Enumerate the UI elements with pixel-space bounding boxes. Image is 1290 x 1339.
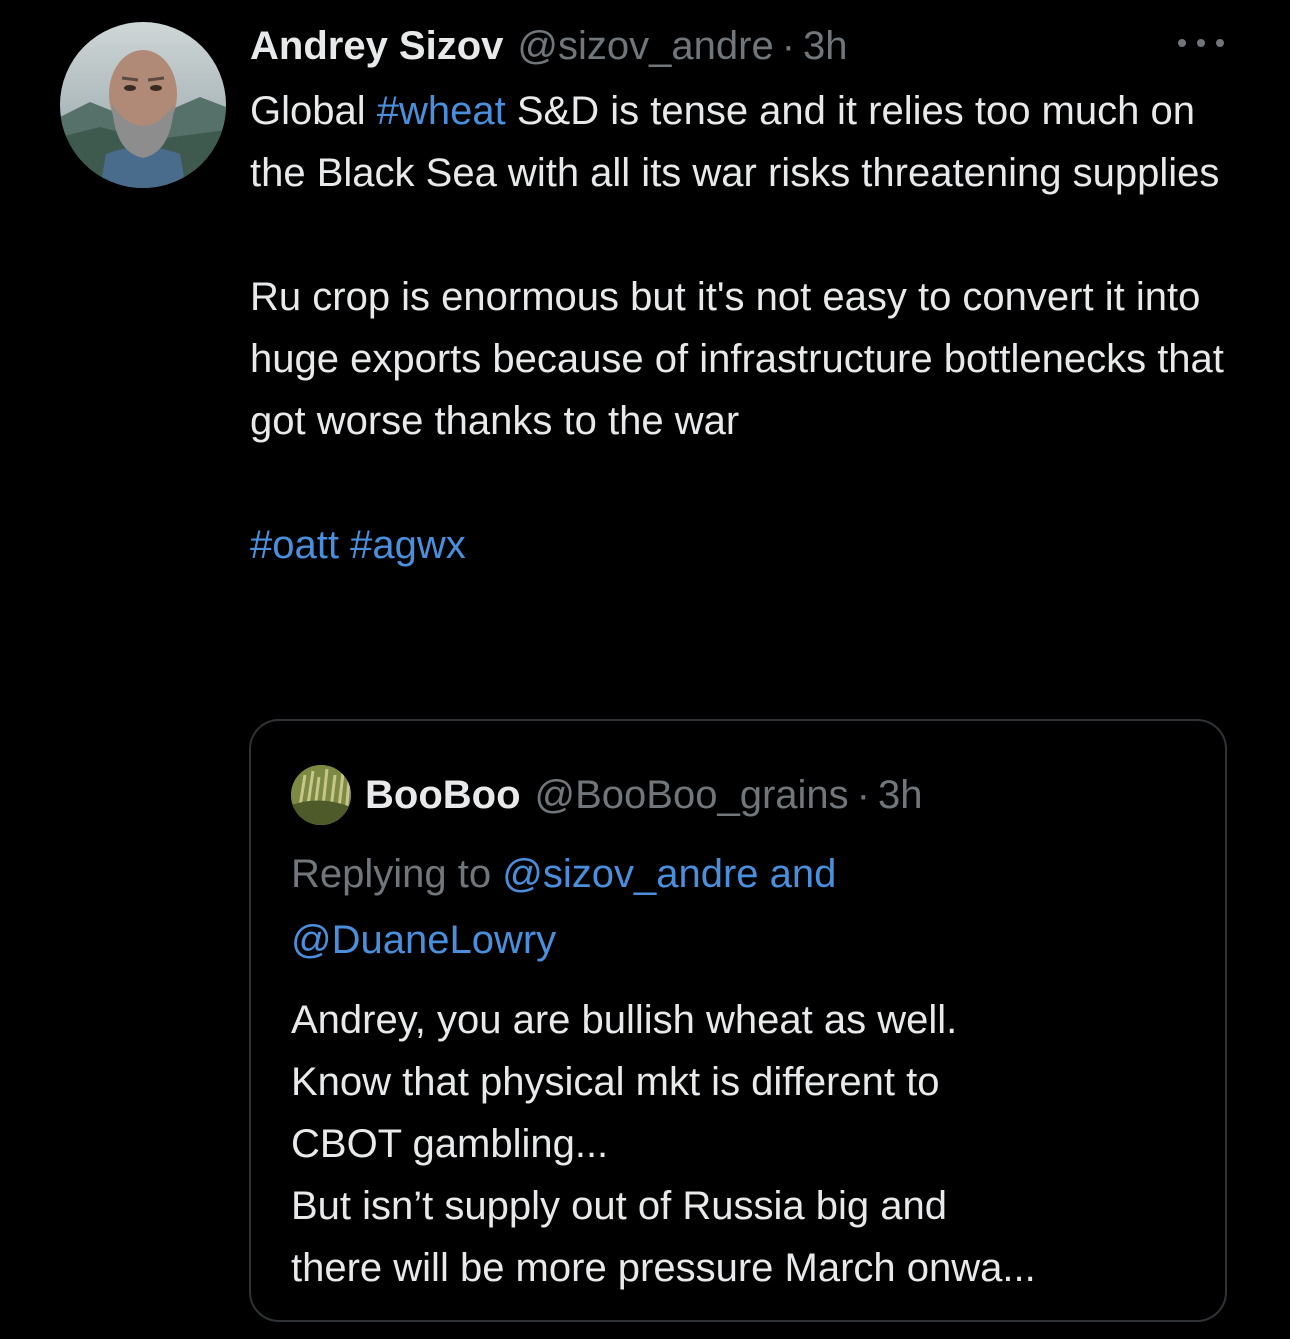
hashtag-link[interactable]: #oatt xyxy=(250,523,339,567)
quoted-timestamp: 3h xyxy=(877,772,923,817)
tweet-paragraph-2: Ru crop is enormous but it's not easy to… xyxy=(250,275,1224,443)
tweet[interactable]: Andrey Sizov @sizov_andre · 3h Global #w… xyxy=(0,0,1290,1339)
quoted-tweet[interactable]: BooBoo @BooBoo_grains · 3h Replying to @… xyxy=(249,719,1227,1322)
quoted-author-name: BooBoo xyxy=(365,772,521,817)
replying-prefix: Replying to xyxy=(291,852,503,896)
and-word: and xyxy=(758,852,837,896)
quoted-author-handle: @BooBoo_grains xyxy=(534,772,849,817)
more-dot xyxy=(1216,39,1224,47)
author-handle[interactable]: @sizov_andre xyxy=(517,24,773,69)
tweet-paragraph-1: Global #wheat S&D is tense and it relies… xyxy=(250,80,1240,204)
tweet-body: Global #wheat S&D is tense and it relies… xyxy=(250,80,1240,576)
tweet-hashtags: #oatt #agwx xyxy=(250,514,1240,576)
separator-dot: · xyxy=(781,23,796,68)
quoted-line: there will be more pressure March onwa..… xyxy=(291,1246,1036,1290)
more-dot xyxy=(1197,39,1205,47)
quoted-line: CBOT gambling... xyxy=(291,1122,609,1166)
tweet-timestamp[interactable]: 3h xyxy=(803,24,848,69)
quoted-line: But isn’t supply out of Russia big and xyxy=(291,1184,947,1228)
mention-link[interactable]: @DuaneLowry xyxy=(291,918,556,962)
author-avatar[interactable] xyxy=(60,22,226,188)
quoted-line: Know that physical mkt is different to xyxy=(291,1060,940,1104)
author-name[interactable]: Andrey Sizov xyxy=(250,24,503,69)
mention-link[interactable]: @sizov_andre xyxy=(502,852,758,896)
quoted-tweet-header: BooBoo @BooBoo_grains · 3h xyxy=(291,765,923,825)
quoted-tweet-body: Andrey, you are bullish wheat as well. K… xyxy=(291,989,1211,1299)
hashtag-link[interactable]: #wheat xyxy=(377,89,506,133)
tweet-header: Andrey Sizov @sizov_andre · 3h xyxy=(250,18,848,74)
replying-to: Replying to @sizov_andre and @DuaneLowry xyxy=(291,841,1191,973)
quoted-line: Andrey, you are bullish wheat as well. xyxy=(291,998,958,1042)
separator-dot: · xyxy=(856,772,870,817)
text-fragment: Global xyxy=(250,89,377,133)
hashtag-link[interactable]: #agwx xyxy=(350,523,466,567)
quoted-author-avatar[interactable] xyxy=(291,765,351,825)
more-horizontal-icon[interactable] xyxy=(1178,28,1224,58)
more-dot xyxy=(1178,39,1186,47)
